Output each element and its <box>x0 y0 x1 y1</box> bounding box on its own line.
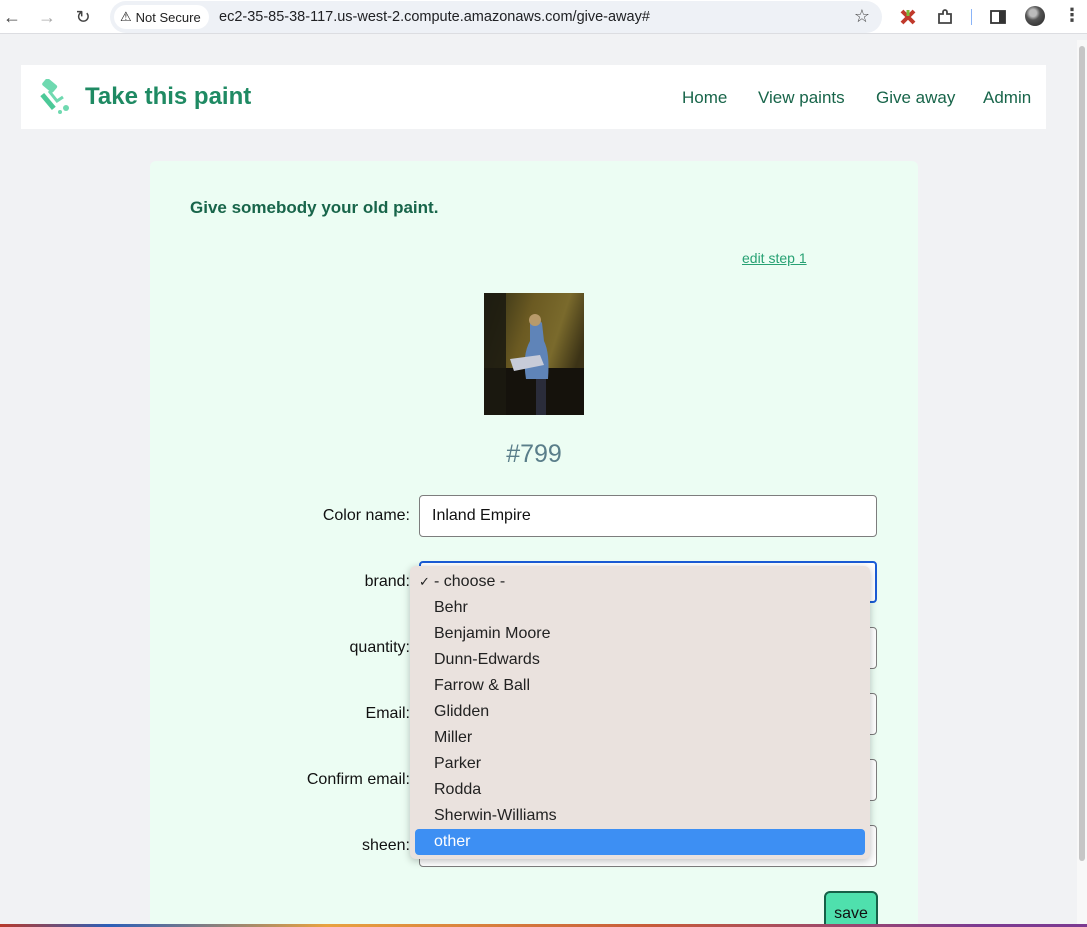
dropdown-option[interactable]: Benjamin Moore <box>415 621 865 647</box>
reload-icon[interactable]: ↻ <box>71 5 95 29</box>
extensions-puzzle-icon[interactable] <box>934 6 956 28</box>
paint-photo <box>484 293 584 415</box>
side-panel-icon[interactable] <box>987 6 1009 28</box>
dropdown-option[interactable]: Sherwin-Williams <box>415 803 865 829</box>
dropdown-option[interactable]: Parker <box>415 751 865 777</box>
save-button[interactable]: save <box>824 891 878 927</box>
nav-give-away[interactable]: Give away <box>876 88 955 108</box>
quantity-label: quantity: <box>349 639 410 656</box>
dropdown-option[interactable]: ✓ - choose - <box>415 569 865 595</box>
sheen-label: sheen: <box>361 837 410 854</box>
brand-dropdown-list: ✓ - choose - Behr Benjamin Moore Dunn-Ed… <box>410 566 870 859</box>
url-text[interactable]: ec2-35-85-38-117.us-west-2.compute.amazo… <box>219 9 650 25</box>
extension-x-icon[interactable] <box>897 6 919 28</box>
warning-icon: ⚠ <box>120 9 132 24</box>
security-chip[interactable]: ⚠ Not Secure <box>114 5 209 29</box>
paint-roller-logo-icon[interactable] <box>35 78 71 115</box>
security-label: Not Secure <box>135 9 201 25</box>
address-bar[interactable]: ⚠ Not Secure ec2-35-85-38-117.us-west-2.… <box>110 1 882 33</box>
site-header: Take this paint Home View paints Give aw… <box>21 65 1046 129</box>
card-heading: Give somebody your old paint. <box>190 198 439 217</box>
dropdown-option[interactable]: Dunn-Edwards <box>415 647 865 673</box>
back-icon[interactable]: ← <box>0 5 24 29</box>
dropdown-option[interactable]: Glidden <box>415 699 865 725</box>
nav-home[interactable]: Home <box>682 88 727 108</box>
confirm-email-label: Confirm email: <box>306 771 410 788</box>
site-title[interactable]: Take this paint <box>85 83 251 111</box>
dropdown-option-highlighted[interactable]: other <box>415 829 865 855</box>
checkmark-icon: ✓ <box>419 574 430 589</box>
brand-label: brand: <box>364 573 410 590</box>
browser-menu-icon[interactable]: ⋮ <box>1063 5 1081 26</box>
bookmark-star-icon[interactable]: ☆ <box>854 6 870 27</box>
browser-toolbar: ← → ↻ ⚠ Not Secure ec2-35-85-38-117.us-w… <box>0 0 1087 34</box>
scrollbar-thumb[interactable] <box>1079 46 1085 861</box>
paint-number: #799 <box>506 440 562 468</box>
page-scrollbar[interactable] <box>1077 40 1087 925</box>
dropdown-option[interactable]: Rodda <box>415 777 865 803</box>
color-name-input[interactable]: Inland Empire <box>419 495 877 537</box>
profile-avatar[interactable] <box>1025 6 1045 26</box>
email-label: Email: <box>365 705 410 722</box>
forward-icon[interactable]: → <box>35 5 59 29</box>
dropdown-option[interactable]: Behr <box>415 595 865 621</box>
dropdown-option[interactable]: Farrow & Ball <box>415 673 865 699</box>
nav-admin[interactable]: Admin <box>983 88 1031 108</box>
edit-step-1-link[interactable]: edit step 1 <box>742 250 807 266</box>
dropdown-option[interactable]: Miller <box>415 725 865 751</box>
nav-view-paints[interactable]: View paints <box>758 88 845 108</box>
toolbar-separator <box>971 9 972 25</box>
color-name-label: Color name: <box>322 507 410 524</box>
